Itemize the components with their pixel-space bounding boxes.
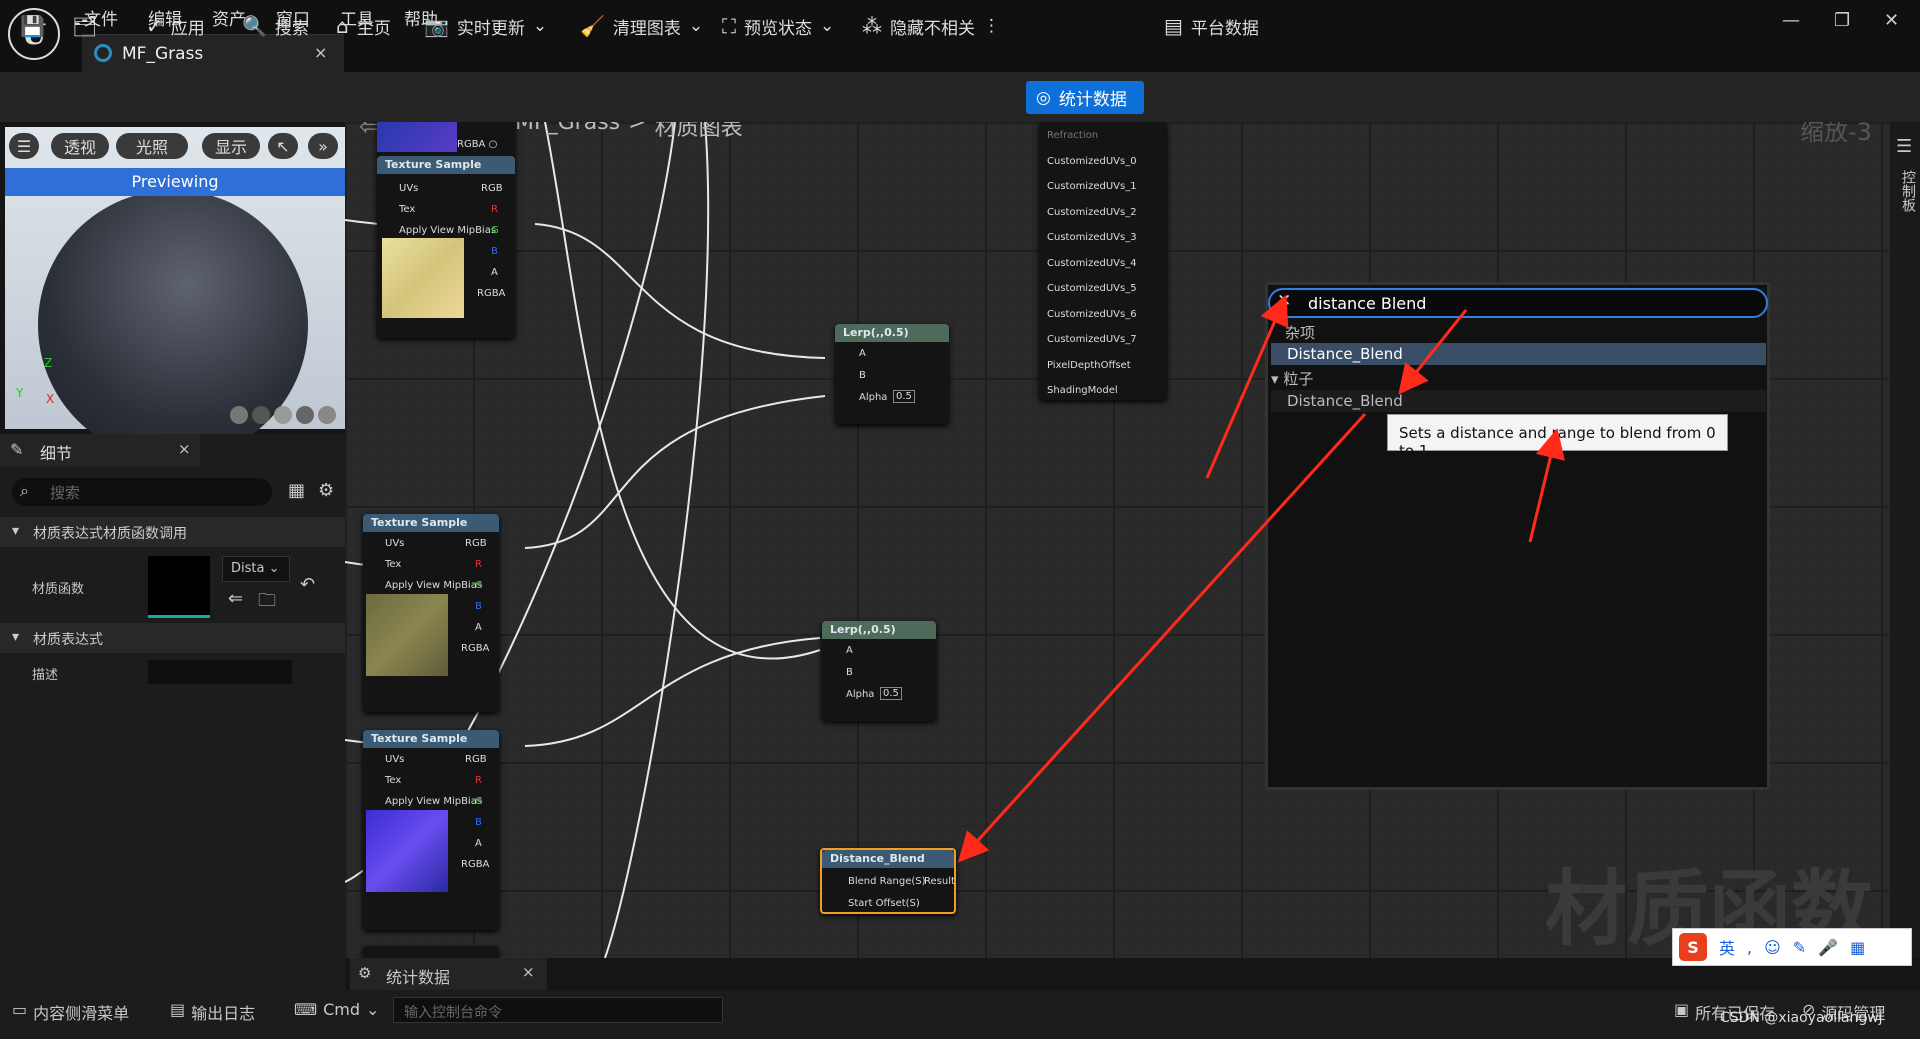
annotation-arrows [957, 294, 1565, 863]
emoji-icon[interactable]: ☺ [1764, 938, 1781, 957]
stats-panel-tab[interactable]: ⚙ 统计数据 × [350, 958, 547, 990]
mic-icon[interactable]: 🎤 [1818, 938, 1838, 957]
content-drawer-button[interactable]: ▭ 内容侧滑菜单 [12, 1000, 129, 1024]
ime-lang[interactable]: 英 [1719, 935, 1735, 959]
output-log-label: 输出日志 [191, 1004, 256, 1023]
save-status-icon: ▣ [1674, 1000, 1690, 1019]
sogou-logo-icon: S [1679, 933, 1707, 961]
terminal-icon: ⌨ [294, 1000, 318, 1019]
credit-watermark: CSDN @xiaoyaoliangwj [1720, 1010, 1883, 1026]
stats-tab-close-icon[interactable]: × [522, 963, 535, 981]
drawer-icon: ▭ [12, 1000, 28, 1019]
grid-menu-icon[interactable]: ▦ [1850, 938, 1865, 957]
chevron-down-icon: ⌄ [366, 1000, 380, 1019]
arrow-to-item [1398, 309, 1468, 395]
cmd-dropdown[interactable]: ⌨ Cmd ⌄ [294, 1000, 379, 1019]
ime-toolbar[interactable]: S 英 , ☺ ✎ 🎤 ▦ [1672, 928, 1912, 966]
output-log-button[interactable]: ▤ 输出日志 [170, 1000, 255, 1024]
stats-icon: ⚙ [358, 964, 372, 982]
arrow-to-node [957, 412, 1367, 863]
content-drawer-label: 内容侧滑菜单 [33, 1004, 130, 1023]
punctuation-icon[interactable]: , [1747, 938, 1752, 957]
arrow-to-tooltip [1528, 428, 1565, 543]
arrow-to-clear [1205, 294, 1289, 479]
console-input[interactable]: 输入控制台命令 [393, 997, 723, 1023]
stats-tab-label: 统计数据 [386, 968, 451, 987]
arrow-group [957, 294, 1565, 863]
status-bar [0, 990, 1920, 1039]
log-icon: ▤ [170, 1000, 186, 1019]
pen-icon[interactable]: ✎ [1793, 938, 1806, 957]
cmd-label: Cmd [323, 1000, 361, 1019]
